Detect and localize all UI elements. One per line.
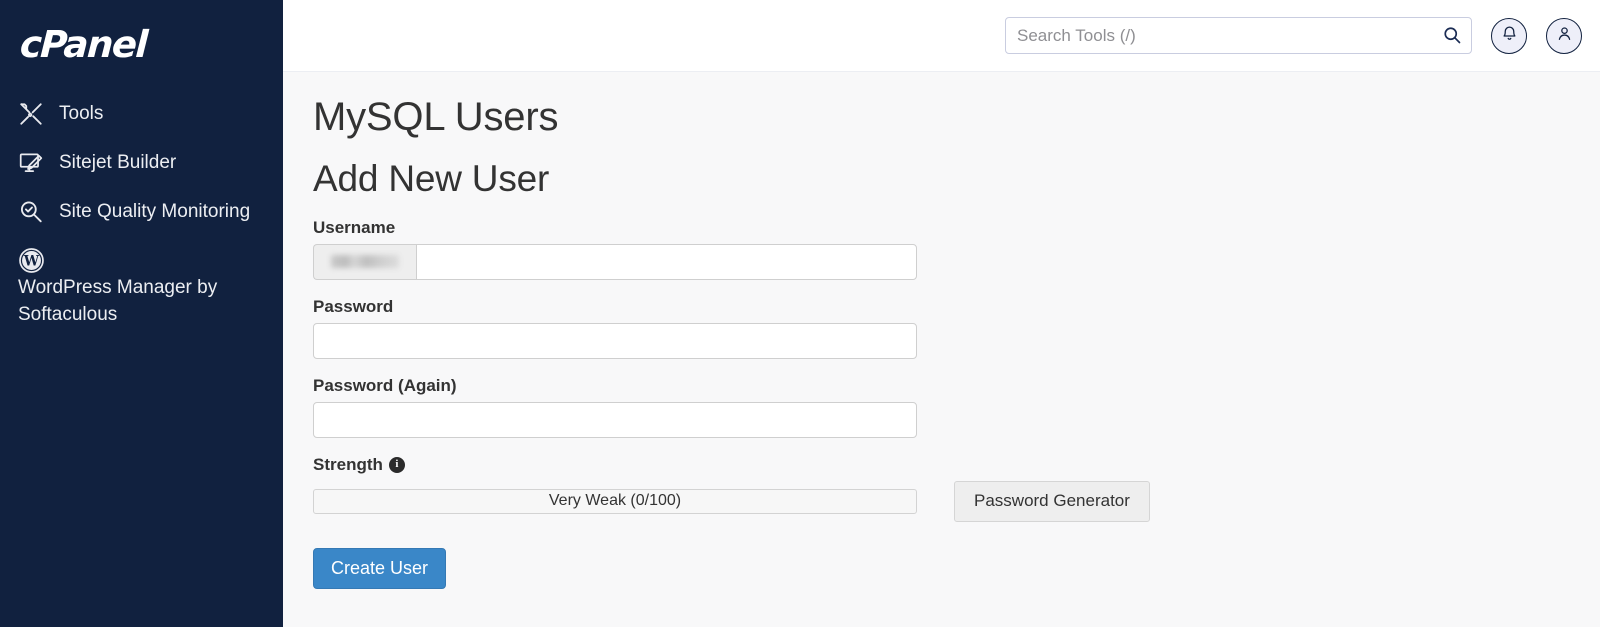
info-icon[interactable]: i [388, 456, 405, 473]
search-input[interactable] [1005, 17, 1472, 54]
page-title: MySQL Users [313, 95, 559, 139]
password-label: Password [313, 296, 394, 316]
username-input[interactable] [416, 243, 917, 280]
sidebar-nav: Tools Sitejet Builder Site Quality Monit… [0, 86, 283, 328]
password-generator-button[interactable]: Password Generator [954, 480, 1150, 522]
search-container [1005, 17, 1472, 54]
magnifier-check-icon [18, 198, 48, 225]
main-area: MySQL Users Add New User Username Passwo… [283, 0, 1600, 627]
sidebar: cPanel Tools Sitejet Builder Site Qualit… [0, 0, 283, 627]
sidebar-item-label: WordPress Manager by Softaculous [18, 277, 218, 325]
cpanel-logo[interactable]: cPanel [0, 0, 283, 86]
account-button[interactable] [1546, 17, 1582, 54]
username-prefix-redacted [331, 255, 399, 269]
create-user-button[interactable]: Create User [313, 547, 447, 589]
password-again-label: Password (Again) [313, 375, 457, 395]
wordpress-icon: W [18, 247, 48, 274]
top-header [283, 0, 1600, 72]
tools-icon [18, 100, 48, 127]
sidebar-item-wordpress-manager[interactable]: W WordPress Manager by Softaculous [0, 247, 283, 328]
sidebar-item-tools[interactable]: Tools [0, 100, 283, 127]
username-prefix-addon [313, 243, 416, 280]
strength-value-text: Very Weak (0/100) [548, 492, 682, 510]
monitor-pen-icon [18, 149, 48, 176]
content-area: MySQL Users Add New User Username Passwo… [283, 72, 1600, 627]
password-again-input[interactable] [313, 401, 917, 438]
sidebar-item-site-quality-monitoring[interactable]: Site Quality Monitoring [0, 198, 283, 225]
strength-label-row: Strength i [313, 455, 1600, 475]
password-input[interactable] [313, 322, 917, 359]
strength-row: Very Weak (0/100) Password Generator [313, 480, 1600, 522]
sidebar-item-label: Sitejet Builder [59, 152, 177, 173]
bell-icon [1501, 25, 1518, 47]
password-strength-meter: Very Weak (0/100) [313, 488, 917, 514]
strength-label: Strength [313, 454, 383, 474]
user-icon [1556, 25, 1573, 47]
notifications-button[interactable] [1491, 17, 1527, 54]
username-label: Username [313, 217, 396, 237]
app-root: cPanel Tools Sitejet Builder Site Qualit… [0, 0, 1600, 627]
cpanel-logo-text: cPanel [18, 23, 148, 66]
sidebar-item-label: Tools [59, 103, 104, 124]
sidebar-item-label: Site Quality Monitoring [59, 201, 251, 222]
svg-text:W: W [23, 254, 40, 270]
section-title: Add New User [313, 158, 550, 200]
username-input-group [313, 243, 917, 280]
sidebar-item-sitejet-builder[interactable]: Sitejet Builder [0, 149, 283, 176]
